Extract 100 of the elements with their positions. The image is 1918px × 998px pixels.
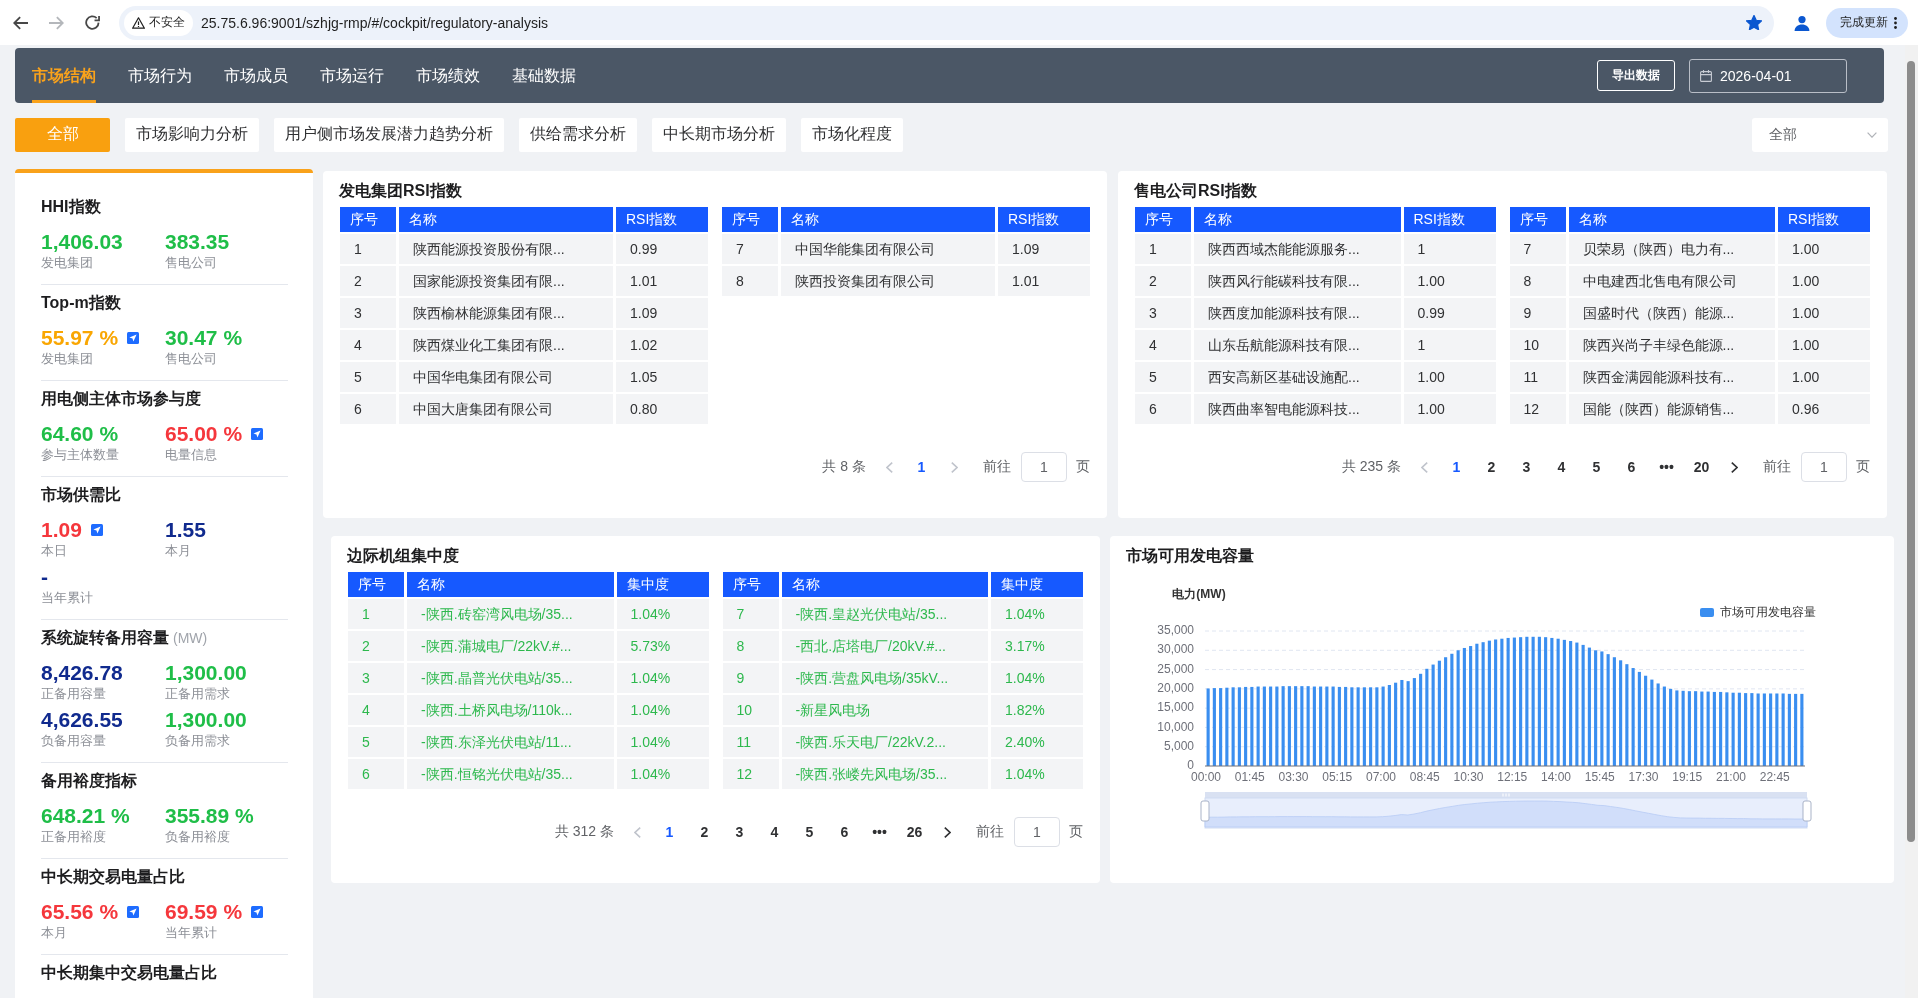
more-icon bbox=[1893, 16, 1897, 29]
filter-dropdown[interactable]: 全部 bbox=[1752, 117, 1888, 152]
nav-tab[interactable]: 基础数据 bbox=[512, 48, 576, 103]
y-axis-label: 0 bbox=[1187, 758, 1194, 773]
page-button[interactable]: 6 bbox=[827, 818, 862, 846]
table-cell: 3 bbox=[340, 298, 396, 328]
table-cell: 1 bbox=[340, 234, 396, 264]
column-header: 集中度 bbox=[616, 572, 709, 597]
table-cell: -陕西.东泽光伏电站/11... bbox=[407, 727, 614, 757]
metric-label: 本月 bbox=[165, 542, 192, 560]
update-button[interactable]: 完成更新 bbox=[1826, 7, 1908, 38]
filter-chip[interactable]: 供给需求分析 bbox=[519, 117, 637, 152]
page-button[interactable]: 2 bbox=[1474, 453, 1509, 481]
metric-value: 1,300.00 bbox=[165, 708, 247, 732]
navigation-arrow-icon[interactable] bbox=[127, 906, 140, 918]
section-title: 备用裕度指标 bbox=[41, 771, 138, 791]
date-picker-field[interactable]: 2026-04-01 bbox=[1689, 58, 1847, 93]
column-header: 名称 bbox=[781, 572, 988, 597]
navigation-arrow-icon[interactable] bbox=[251, 906, 264, 918]
metric-value: 1.09 bbox=[41, 518, 82, 542]
section-title: Top-m指数 bbox=[41, 293, 122, 313]
table-cell: 4 bbox=[340, 330, 396, 360]
back-arrow-icon[interactable] bbox=[13, 15, 29, 30]
table-cell: 1.00 bbox=[1778, 298, 1870, 328]
navigation-arrow-icon[interactable] bbox=[127, 332, 140, 344]
page-button[interactable]: 5 bbox=[1579, 453, 1614, 481]
x-axis-label: 12:15 bbox=[1497, 770, 1528, 785]
table-cell: 陕西度加能源科技有限... bbox=[1194, 298, 1401, 328]
reload-icon[interactable] bbox=[85, 15, 100, 30]
column-header: 名称 bbox=[1568, 207, 1775, 232]
page-button[interactable]: 26 bbox=[897, 818, 932, 846]
table-cell: 5 bbox=[1135, 362, 1191, 392]
navigation-arrow-icon[interactable] bbox=[90, 524, 103, 536]
page-button[interactable]: 1 bbox=[1439, 453, 1474, 481]
export-button[interactable]: 导出数据 bbox=[1597, 60, 1675, 91]
filter-chip[interactable]: 市场影响力分析 bbox=[125, 117, 259, 152]
x-axis-label: 05:15 bbox=[1322, 770, 1353, 785]
page-button[interactable]: 1 bbox=[904, 453, 939, 481]
nav-tab[interactable]: 市场成员 bbox=[224, 48, 288, 103]
page-input[interactable]: 1 bbox=[1014, 817, 1060, 847]
table-cell: 国能（陕西）能源销售... bbox=[1568, 394, 1775, 424]
total-count: 共 235 条 bbox=[1341, 458, 1401, 476]
filter-chip[interactable]: 中长期市场分析 bbox=[652, 117, 786, 152]
nav-tab[interactable]: 市场运行 bbox=[320, 48, 384, 103]
slider-handle[interactable] bbox=[1200, 800, 1210, 822]
scrollbar-thumb[interactable] bbox=[1907, 61, 1915, 842]
metric-value: 4,626.55 bbox=[41, 708, 123, 732]
account-icon[interactable] bbox=[1794, 14, 1810, 31]
metric-label: 负备用容量 bbox=[41, 732, 107, 750]
navigation-arrow-icon[interactable] bbox=[251, 428, 264, 440]
star-icon[interactable] bbox=[1746, 15, 1762, 30]
page-button[interactable]: 4 bbox=[1544, 453, 1579, 481]
table-cell: 5 bbox=[348, 727, 404, 757]
table-cell: 1.02 bbox=[616, 330, 708, 360]
page-button[interactable]: 4 bbox=[757, 818, 792, 846]
table-cell: 1.00 bbox=[1403, 394, 1496, 424]
page-button[interactable]: 6 bbox=[1614, 453, 1649, 481]
filter-chip[interactable]: 市场化程度 bbox=[801, 117, 903, 152]
page-button[interactable]: ••• bbox=[1649, 453, 1684, 481]
page-button[interactable]: 5 bbox=[792, 818, 827, 846]
table-cell: -陕西.乐天电厂/22kV.2... bbox=[781, 727, 988, 757]
page-button[interactable]: 2 bbox=[687, 818, 722, 846]
table-cell: -西北.店塔电厂/20kV.#... bbox=[781, 631, 988, 661]
table-cell: -陕西.晶普光伏电站/35... bbox=[407, 663, 614, 693]
security-chip[interactable]: 不安全 bbox=[124, 9, 193, 36]
table-cell: 陕西煤业化工集团有限... bbox=[399, 330, 613, 360]
metric-label: 负备用裕度 bbox=[165, 828, 231, 846]
y-axis-label: 10,000 bbox=[1157, 719, 1194, 734]
data-zoom-slider[interactable] bbox=[1204, 792, 1808, 829]
page-button[interactable]: 20 bbox=[1684, 453, 1719, 481]
metric-label: 当年累计 bbox=[41, 589, 94, 607]
nav-tab[interactable]: 市场结构 bbox=[32, 48, 96, 103]
slider-handle[interactable] bbox=[1802, 800, 1812, 822]
page-button[interactable]: 1 bbox=[652, 818, 687, 846]
page-button[interactable]: 3 bbox=[1509, 453, 1544, 481]
page-button[interactable]: 3 bbox=[722, 818, 757, 846]
page-button[interactable]: ••• bbox=[862, 818, 897, 846]
page-input[interactable]: 1 bbox=[1021, 452, 1067, 482]
metric-value: 1,300.00 bbox=[165, 661, 247, 685]
table-cell: 3 bbox=[348, 663, 404, 693]
metric-label: 发电集团 bbox=[41, 254, 94, 272]
page-input[interactable]: 1 bbox=[1801, 452, 1847, 482]
table-cell: 1.01 bbox=[616, 266, 708, 296]
nav-tab[interactable]: 市场绩效 bbox=[416, 48, 480, 103]
metric-value: 30.47 % bbox=[165, 326, 243, 350]
metric-label: 本日 bbox=[41, 542, 68, 560]
table-cell: 西安高新区基础设施配... bbox=[1194, 362, 1401, 392]
page-suffix: 页 bbox=[1076, 458, 1090, 476]
nav-tab[interactable]: 市场行为 bbox=[128, 48, 192, 103]
table-cell: 7 bbox=[722, 599, 779, 629]
filter-chip[interactable]: 用户侧市场发展潜力趋势分析 bbox=[274, 117, 504, 152]
metric-value: 648.21 % bbox=[41, 804, 130, 828]
table-cell: 1.00 bbox=[1403, 266, 1496, 296]
x-axis-label: 08:45 bbox=[1409, 770, 1440, 785]
y-axis-label: 25,000 bbox=[1157, 661, 1194, 676]
table-cell: 陕西榆林能源集团有限... bbox=[399, 298, 613, 328]
table-cell: 中国华电集团有限公司 bbox=[399, 362, 613, 392]
goto-label: 前往 bbox=[1763, 458, 1791, 476]
table-cell: 1 bbox=[1135, 234, 1191, 264]
address-bar[interactable]: 不安全 25.75.6.96:9001/szhjg-rmp/#/cockpit/regulatory-analysis bbox=[119, 5, 1774, 40]
